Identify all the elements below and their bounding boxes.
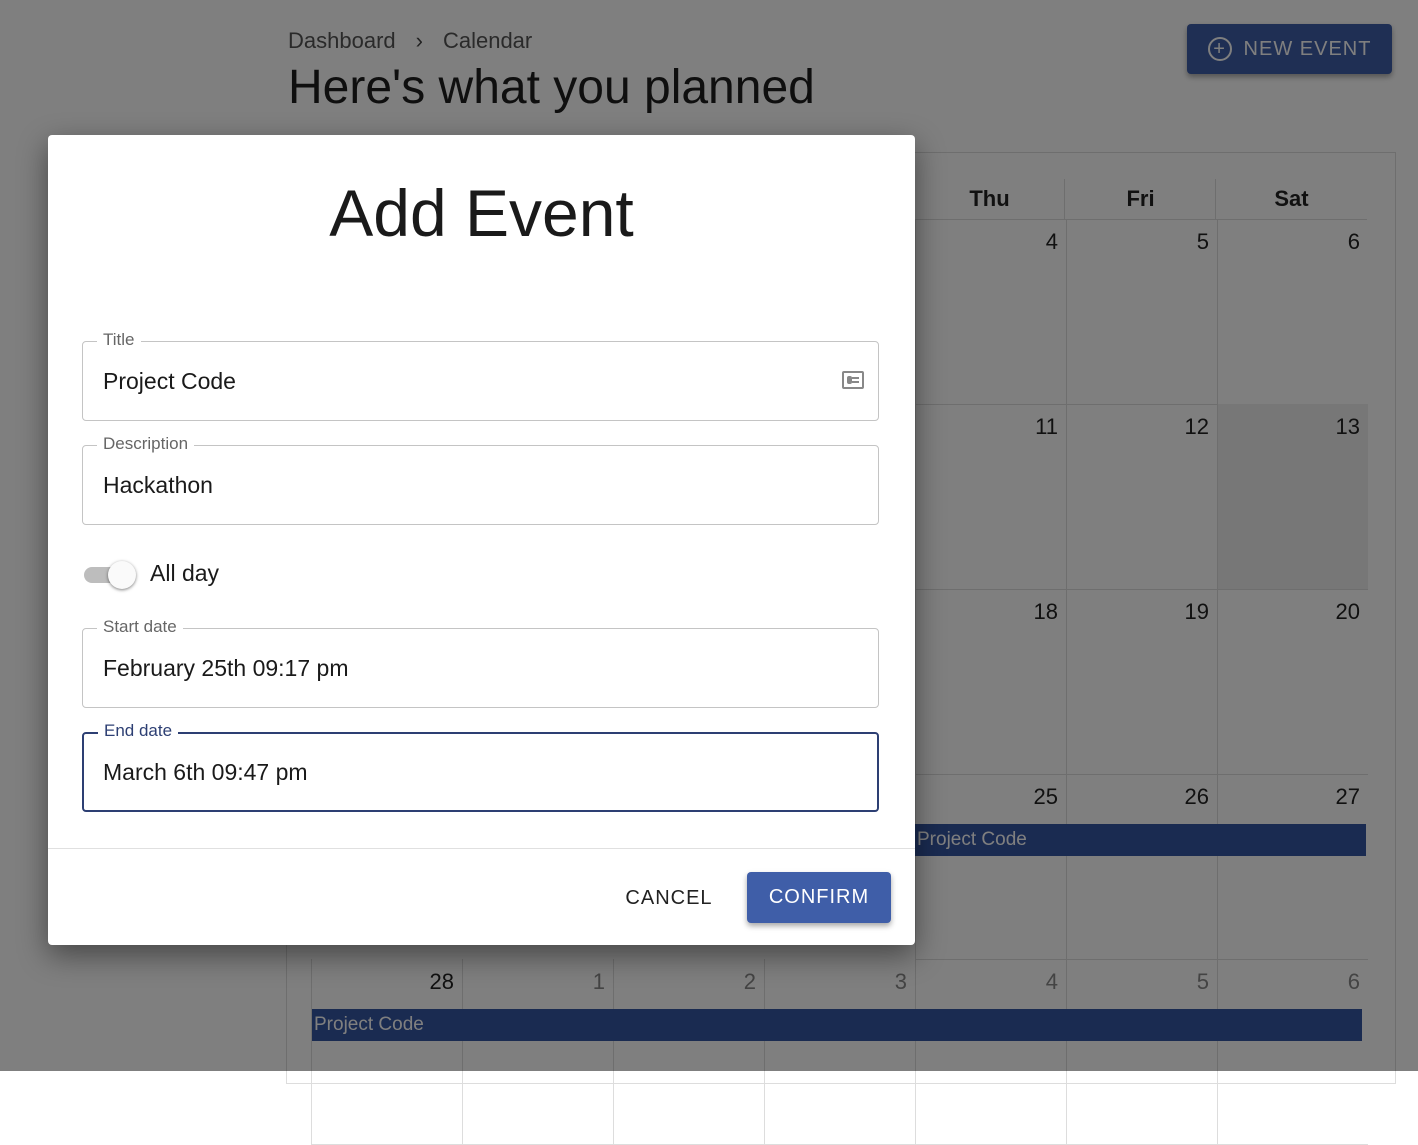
title-field-label: Title [97, 330, 141, 350]
end-date-field[interactable]: End date [82, 721, 879, 812]
title-input[interactable] [103, 368, 823, 395]
description-field-label: Description [97, 434, 195, 454]
dialog-divider [48, 848, 915, 849]
all-day-switch[interactable] [82, 560, 136, 589]
end-date-input[interactable] [103, 759, 823, 786]
start-date-field[interactable]: Start date [82, 617, 879, 708]
add-event-dialog: Add Event Title Description All day Star… [48, 135, 915, 945]
end-date-field-label: End date [98, 721, 179, 741]
start-date-input[interactable] [103, 655, 823, 682]
description-input[interactable] [103, 472, 823, 499]
confirm-button[interactable]: CONFIRM [747, 872, 891, 923]
title-field[interactable]: Title [82, 330, 879, 421]
description-field[interactable]: Description [82, 434, 879, 525]
dialog-title: Add Event [329, 176, 634, 250]
all-day-toggle[interactable]: All day [82, 560, 220, 589]
switch-thumb[interactable] [108, 560, 136, 589]
all-day-label: All day [150, 560, 220, 586]
cancel-button[interactable]: CANCEL [614, 873, 724, 923]
start-date-field-label: Start date [97, 617, 183, 637]
contact-card-icon [842, 371, 864, 389]
